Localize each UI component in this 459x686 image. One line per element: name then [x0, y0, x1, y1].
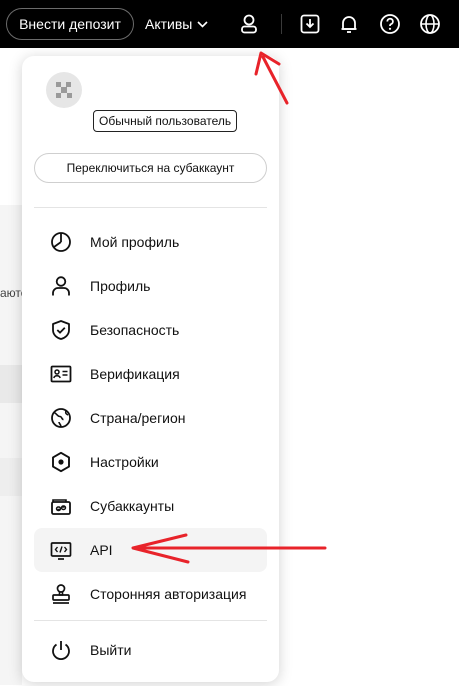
logout-button[interactable]: Выйти [34, 628, 267, 672]
background-row [0, 458, 22, 496]
menu-item-third-party-auth[interactable]: Сторонняя авторизация [34, 572, 267, 616]
menu-item-label: Безопасность [90, 322, 180, 338]
stamp-icon [48, 581, 74, 607]
logout-label: Выйти [90, 642, 132, 658]
settings-hexagon-icon [48, 449, 74, 475]
switch-subaccount-button[interactable]: Переключиться на субаккаунт [34, 153, 267, 183]
user-level-badge: Обычный пользователь [93, 110, 238, 132]
wallet-link-icon [48, 493, 74, 519]
menu-item-label: Профиль [90, 278, 151, 294]
menu-item-label: Сторонняя авторизация [90, 586, 247, 602]
help-icon[interactable] [378, 12, 402, 36]
toolbar-divider [281, 14, 282, 34]
id-card-icon [48, 361, 74, 387]
deposit-button[interactable]: Внести депозит [6, 8, 134, 40]
menu-item-api[interactable]: API [34, 528, 267, 572]
menu-item-my-profile[interactable]: Мой профиль [34, 220, 267, 264]
pie-chart-icon [48, 229, 74, 255]
background-row [0, 365, 22, 403]
menu-divider [34, 620, 267, 621]
person-icon [48, 273, 74, 299]
menu-item-label: Мой профиль [90, 234, 180, 250]
menu-item-subaccounts[interactable]: Субаккаунты [34, 484, 267, 528]
avatar [46, 72, 82, 108]
menu-item-security[interactable]: Безопасность [34, 308, 267, 352]
code-icon [48, 537, 74, 563]
assets-label: Активы [145, 16, 193, 32]
chevron-down-icon [197, 20, 208, 28]
shield-check-icon [48, 317, 74, 343]
menu-item-label: Настройки [90, 454, 159, 470]
download-icon[interactable] [298, 12, 322, 36]
menu-item-label: API [90, 542, 113, 558]
menu-item-label: Страна/регион [90, 410, 186, 426]
background-panel [0, 205, 22, 685]
background-text: аюто [0, 286, 22, 300]
menu-item-settings[interactable]: Настройки [34, 440, 267, 484]
menu-item-verification[interactable]: Верификация [34, 352, 267, 396]
user-icon[interactable] [237, 12, 261, 36]
menu-item-label: Верификация [90, 366, 180, 382]
globe-icon [48, 405, 74, 431]
power-icon [48, 637, 74, 663]
assets-menu[interactable]: Активы [145, 8, 208, 40]
menu-item-country-region[interactable]: Страна/регион [34, 396, 267, 440]
globe-icon[interactable] [418, 12, 442, 36]
menu-item-profile[interactable]: Профиль [34, 264, 267, 308]
user-dropdown-menu: Обычный пользователь Переключиться на су… [22, 56, 279, 682]
menu-item-label: Субаккаунты [90, 498, 175, 514]
menu-divider [34, 207, 267, 208]
bell-icon[interactable] [337, 12, 361, 36]
top-navigation-bar: Внести депозит Активы [0, 0, 459, 48]
